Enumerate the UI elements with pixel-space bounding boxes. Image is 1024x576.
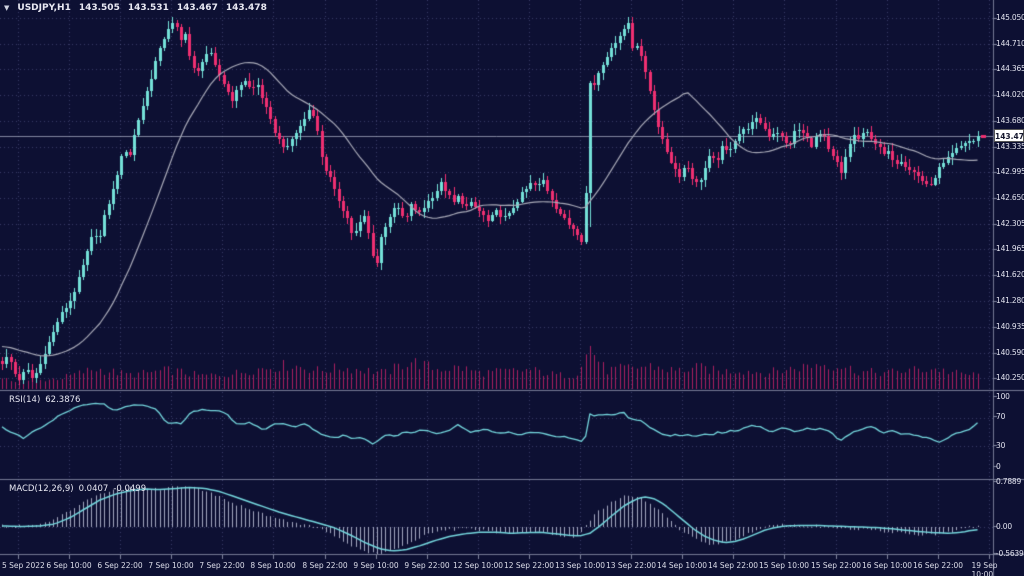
macd-name: MACD(12,26,9): [9, 484, 74, 494]
price-axis-label: 145.050: [996, 13, 1024, 22]
time-axis-label: 9 Sep 22:00: [404, 561, 449, 570]
time-axis-label: 16 Sep 22:00: [913, 561, 963, 570]
time-axis-label: 9 Sep 10:00: [353, 561, 398, 570]
ohlc-high: 143.531: [128, 3, 169, 13]
macd-main-value: 0.0407: [79, 484, 109, 494]
time-axis-label: 13 Sep 10:00: [555, 561, 605, 570]
rsi-name: RSI(14): [9, 395, 40, 405]
time-axis-label: 16 Sep 10:00: [862, 561, 912, 570]
price-axis-label: 144.365: [996, 64, 1024, 73]
time-axis-label: 7 Sep 10:00: [148, 561, 193, 570]
trading-chart-window: ▼ USDJPY,H1 143.505 143.531 143.467 143.…: [0, 0, 1024, 576]
time-axis-label: 5 Sep 2022: [2, 561, 45, 570]
macd-indicator-label: MACD(12,26,9) 0.0407 -0.0499: [9, 484, 146, 494]
macd-axis-label: -0.5639: [996, 549, 1024, 558]
macd-axis-label: 0.00: [996, 522, 1012, 531]
time-axis-label: 19 Sep 10:00: [972, 561, 1007, 576]
time-axis-label: 15 Sep 10:00: [759, 561, 809, 570]
price-axis-label: 144.020: [996, 90, 1024, 99]
time-axis-label: 6 Sep 22:00: [97, 561, 142, 570]
ohlc-open: 143.505: [79, 3, 120, 13]
price-chart-canvas[interactable]: [0, 0, 1024, 576]
time-axis-label: 12 Sep 22:00: [504, 561, 554, 570]
ohlc-low: 143.467: [177, 3, 218, 13]
time-axis-label: 15 Sep 22:00: [811, 561, 861, 570]
rsi-axis-label: 30: [996, 441, 1005, 450]
time-axis-label: 14 Sep 22:00: [708, 561, 758, 570]
price-axis-label: 143.680: [996, 116, 1024, 125]
price-axis-label: 142.995: [996, 167, 1024, 176]
rsi-axis-label: 70: [996, 412, 1005, 421]
ohlc-close: 143.478: [226, 3, 267, 13]
symbol-period-label: USDJPY,H1: [17, 3, 70, 13]
price-axis-label: 140.935: [996, 322, 1024, 331]
price-axis-label: 144.710: [996, 39, 1024, 48]
price-axis-label: 141.620: [996, 270, 1024, 279]
chart-title: ▼ USDJPY,H1 143.505 143.531 143.467 143.…: [4, 3, 267, 13]
rsi-axis-label: 100: [996, 392, 1010, 401]
price-axis-label: 142.305: [996, 219, 1024, 228]
rsi-indicator-label: RSI(14) 62.3876: [9, 395, 80, 405]
price-axis-label: 142.650: [996, 193, 1024, 202]
time-axis-label: 6 Sep 10:00: [46, 561, 91, 570]
rsi-axis-label: 0: [996, 462, 1001, 471]
rsi-value: 62.3876: [45, 395, 80, 405]
macd-axis-label: 0.7889: [996, 477, 1021, 486]
macd-signal-value: -0.0499: [113, 484, 146, 494]
time-axis-label: 8 Sep 22:00: [302, 561, 347, 570]
price-axis-label: 140.590: [996, 348, 1024, 357]
time-axis-label: 8 Sep 10:00: [250, 561, 295, 570]
collapse-indicator-icon[interactable]: ▼: [4, 4, 9, 12]
price-axis-label: 141.280: [996, 296, 1024, 305]
time-axis-label: 13 Sep 22:00: [606, 561, 656, 570]
time-axis-label: 7 Sep 22:00: [199, 561, 244, 570]
price-axis-label: 140.250: [996, 373, 1024, 382]
price-axis-label: 141.965: [996, 244, 1024, 253]
time-axis-label: 14 Sep 10:00: [657, 561, 707, 570]
time-axis-label: 12 Sep 10:00: [453, 561, 503, 570]
current-price-tag: 143.478: [994, 129, 1024, 142]
